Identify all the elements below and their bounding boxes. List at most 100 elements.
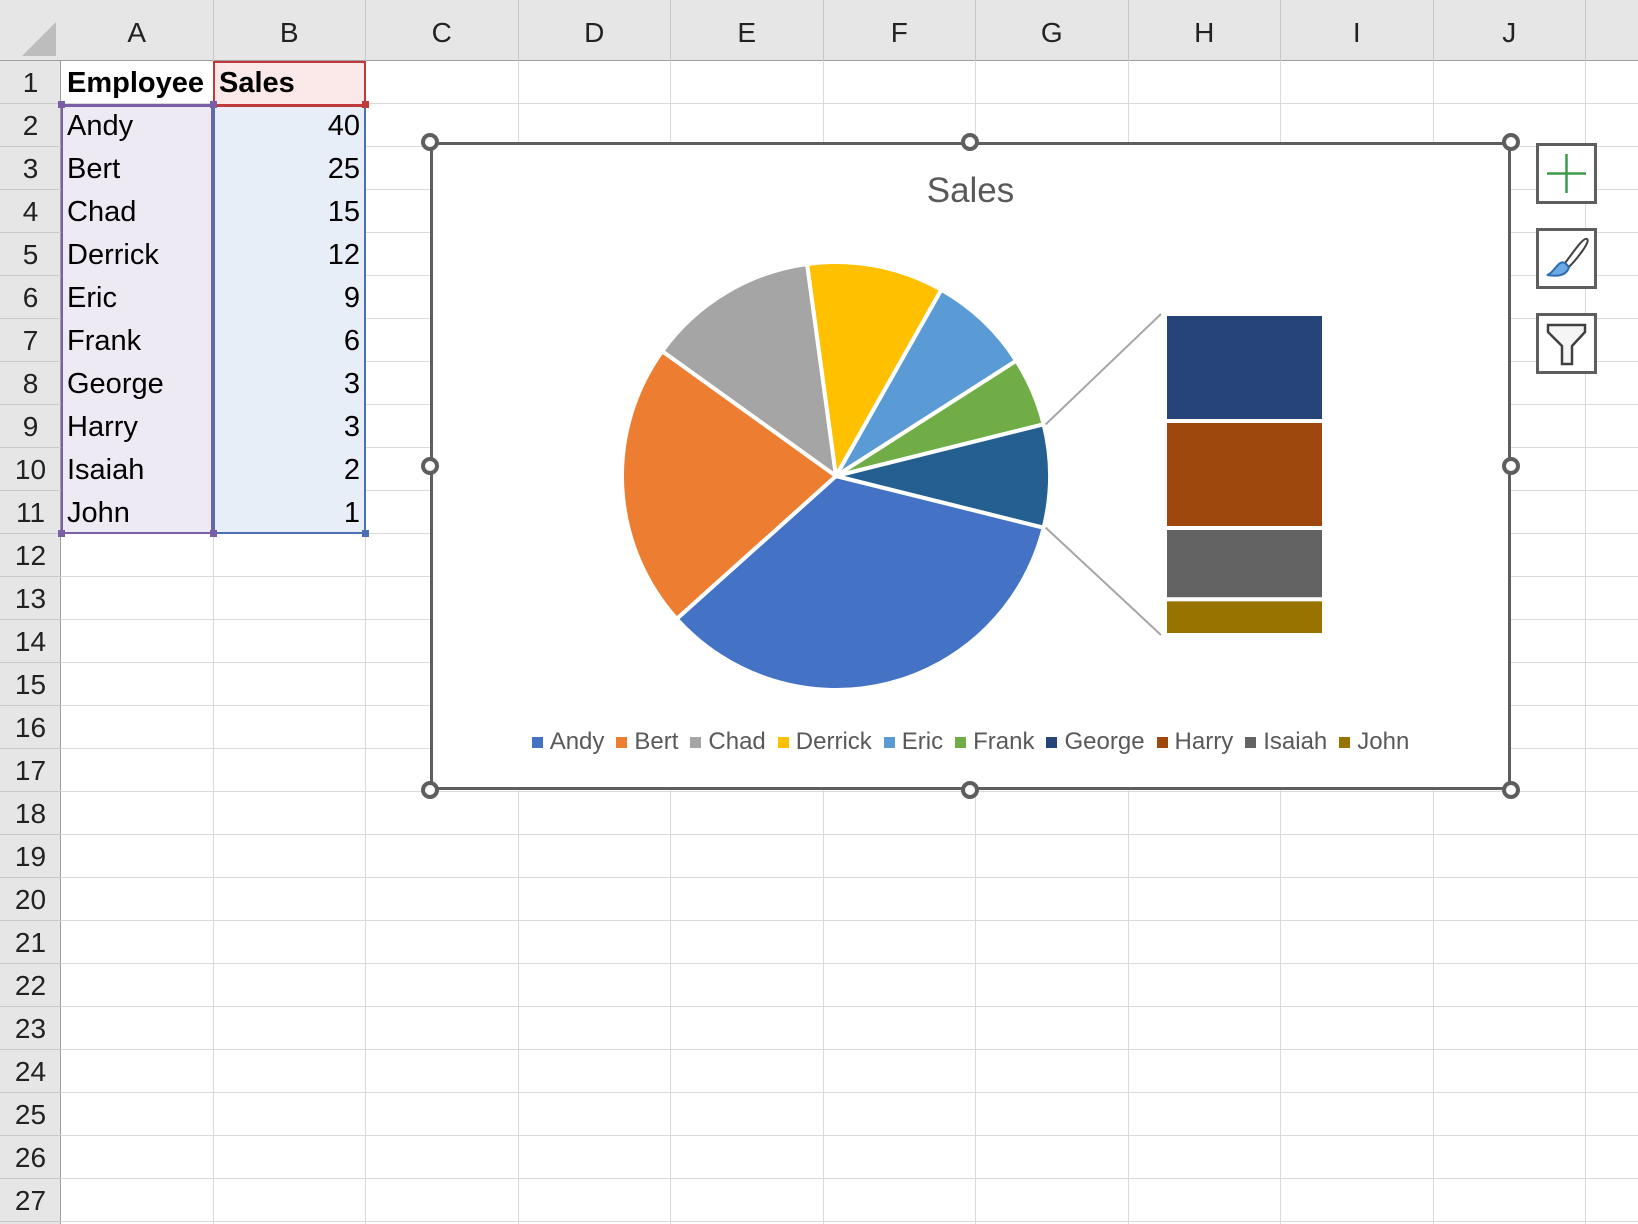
row-header-6[interactable]: 6	[0, 276, 61, 319]
cell-B1[interactable]: Sales	[213, 61, 366, 104]
legend-swatch	[531, 737, 543, 748]
row-header-5[interactable]: 5	[0, 233, 61, 276]
chart-filters-button[interactable]	[1536, 313, 1597, 374]
resize-handle-top-right[interactable]	[1502, 133, 1520, 151]
resize-handle-right[interactable]	[1502, 457, 1520, 475]
row-header-8[interactable]: 8	[0, 362, 61, 405]
row-header-23[interactable]: 23	[0, 1007, 61, 1050]
cell-A1[interactable]: Employee	[61, 61, 213, 104]
chart-styles-button[interactable]	[1536, 228, 1597, 289]
column-header-j[interactable]: J	[1434, 0, 1586, 61]
row-header-10[interactable]: 10	[0, 448, 61, 491]
row-header-11[interactable]: 11	[0, 491, 61, 534]
row-header-15[interactable]: 15	[0, 663, 61, 706]
resize-handle-top[interactable]	[961, 133, 979, 151]
resize-handle-left[interactable]	[421, 457, 439, 475]
select-all-button[interactable]	[0, 0, 61, 61]
gridline	[61, 1049, 1638, 1050]
legend-item-chad[interactable]: Chad	[690, 728, 766, 756]
row-header-14[interactable]: 14	[0, 620, 61, 663]
column-header-h[interactable]: H	[1129, 0, 1281, 61]
column-header-c[interactable]: C	[366, 0, 519, 61]
cell-B6[interactable]: 9	[213, 276, 366, 319]
row-header-26[interactable]: 26	[0, 1136, 61, 1179]
resize-handle-top-left[interactable]	[421, 133, 439, 151]
row-header-13[interactable]: 13	[0, 577, 61, 620]
cell-B8[interactable]: 3	[213, 362, 366, 405]
chart-legend[interactable]: Andy Bert Chad Derrick Eric Frank George Harry I…	[433, 728, 1508, 756]
row-header-25[interactable]: 25	[0, 1093, 61, 1136]
cell-A5[interactable]: Derrick	[61, 233, 213, 276]
row-header-4[interactable]: 4	[0, 190, 61, 233]
row-header-2[interactable]: 2	[0, 104, 61, 147]
cell-B7[interactable]: 6	[213, 319, 366, 362]
gridline	[61, 1006, 1638, 1007]
row-header-1[interactable]: 1	[0, 61, 61, 104]
chart-elements-button[interactable]	[1536, 143, 1597, 204]
resize-handle-bottom-left[interactable]	[421, 781, 439, 799]
cell-B10[interactable]: 2	[213, 448, 366, 491]
gridline	[61, 920, 1638, 921]
legend-item-eric[interactable]: Eric	[883, 728, 943, 756]
series-line-top[interactable]	[1044, 313, 1162, 426]
gridline	[61, 834, 1638, 835]
row-header-19[interactable]: 19	[0, 835, 61, 878]
resize-handle-bottom-right[interactable]	[1502, 781, 1520, 799]
legend-item-harry[interactable]: Harry	[1156, 728, 1233, 756]
resize-handle-bottom[interactable]	[961, 781, 979, 799]
bar-of-pie-chart[interactable]: Sales Andy Bert Chad Derrick Eric Frank George…	[430, 142, 1511, 790]
cell-A9[interactable]: Harry	[61, 405, 213, 448]
column-header-i[interactable]: I	[1281, 0, 1434, 61]
column-header-a[interactable]: A	[61, 0, 214, 61]
row-header-3[interactable]: 3	[0, 147, 61, 190]
cell-B11[interactable]: 1	[213, 491, 366, 534]
bar-segment-george[interactable]	[1163, 312, 1326, 423]
row-header-12[interactable]: 12	[0, 534, 61, 577]
paintbrush-icon	[1546, 237, 1589, 277]
cell-B9[interactable]: 3	[213, 405, 366, 448]
column-header-b[interactable]: B	[214, 0, 366, 61]
cell-A2[interactable]: Andy	[61, 104, 213, 147]
row-header-22[interactable]: 22	[0, 964, 61, 1007]
cell-A10[interactable]: Isaiah	[61, 448, 213, 491]
column-header-d[interactable]: D	[519, 0, 671, 61]
bar-segment-isaiah[interactable]	[1163, 526, 1326, 602]
cell-A3[interactable]: Bert	[61, 147, 213, 190]
legend-item-andy[interactable]: Andy	[531, 728, 604, 756]
legend-item-isaiah[interactable]: Isaiah	[1245, 728, 1327, 756]
legend-swatch	[690, 737, 702, 748]
chart-plot-area[interactable]	[433, 145, 1508, 787]
column-header-g[interactable]: G	[976, 0, 1129, 61]
cell-A4[interactable]: Chad	[61, 190, 213, 233]
legend-item-derrick[interactable]: Derrick	[777, 728, 872, 756]
cell-A8[interactable]: George	[61, 362, 213, 405]
cell-B3[interactable]: 25	[213, 147, 366, 190]
bar-segment-harry[interactable]	[1163, 419, 1326, 530]
legend-item-bert[interactable]: Bert	[616, 728, 678, 756]
row-header-9[interactable]: 9	[0, 405, 61, 448]
bar-segment-john[interactable]	[1163, 597, 1326, 638]
legend-item-john[interactable]: John	[1339, 728, 1409, 756]
cell-A6[interactable]: Eric	[61, 276, 213, 319]
row-header-17[interactable]: 17	[0, 749, 61, 792]
gridline	[61, 1221, 1638, 1222]
cell-B2[interactable]: 40	[213, 104, 366, 147]
legend-item-frank[interactable]: Frank	[955, 728, 1034, 756]
gridline	[61, 1135, 1638, 1136]
row-header-24[interactable]: 24	[0, 1050, 61, 1093]
cell-A11[interactable]: John	[61, 491, 213, 534]
row-header-7[interactable]: 7	[0, 319, 61, 362]
column-header-e[interactable]: E	[671, 0, 824, 61]
gridline	[61, 1178, 1638, 1179]
column-header-f[interactable]: F	[824, 0, 976, 61]
cell-B5[interactable]: 12	[213, 233, 366, 276]
row-header-27[interactable]: 27	[0, 1179, 61, 1222]
series-line-bottom[interactable]	[1044, 526, 1162, 636]
row-header-20[interactable]: 20	[0, 878, 61, 921]
row-header-18[interactable]: 18	[0, 792, 61, 835]
row-header-16[interactable]: 16	[0, 706, 61, 749]
cell-A7[interactable]: Frank	[61, 319, 213, 362]
cell-B4[interactable]: 15	[213, 190, 366, 233]
legend-item-george[interactable]: George	[1046, 728, 1145, 756]
row-header-21[interactable]: 21	[0, 921, 61, 964]
